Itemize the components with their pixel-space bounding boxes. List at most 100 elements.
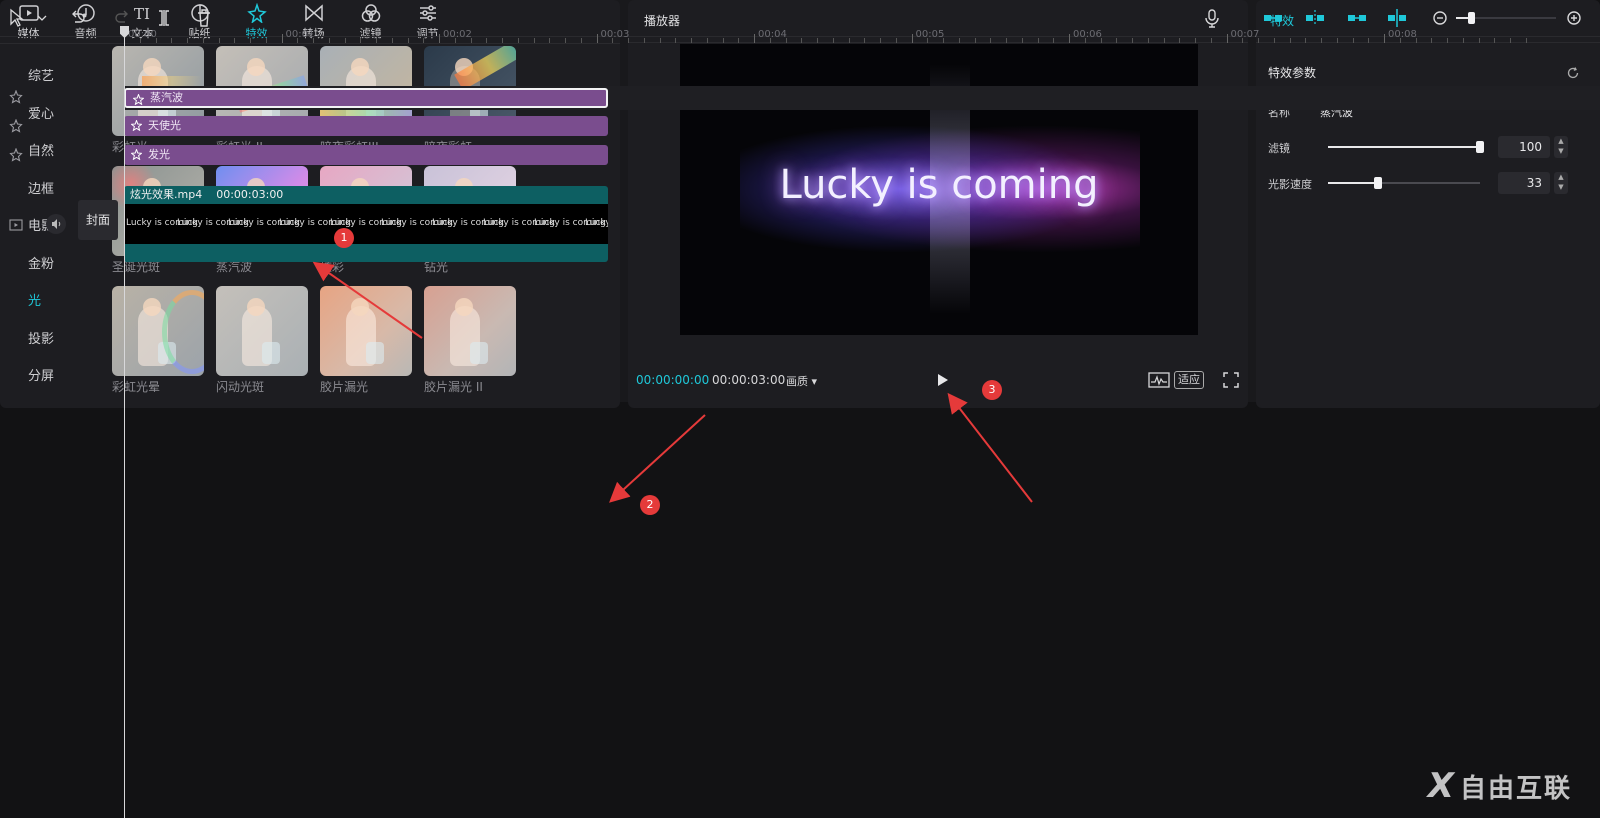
ruler-tick bbox=[785, 38, 787, 43]
ruler-tick bbox=[738, 38, 740, 43]
play-button[interactable] bbox=[938, 374, 948, 386]
effect-clip[interactable]: 天使光 bbox=[124, 116, 608, 136]
effect-track-icon bbox=[9, 90, 23, 104]
ruler-tick bbox=[234, 38, 236, 43]
ruler-tick bbox=[171, 38, 173, 43]
cover-button[interactable]: 封面 bbox=[78, 200, 118, 240]
ruler-tick bbox=[1399, 38, 1401, 43]
category-light[interactable]: 光 bbox=[0, 283, 98, 321]
filter-strength-input[interactable]: 100 bbox=[1498, 136, 1550, 158]
video-clip[interactable]: 炫光效果.mp4 00:00:03:00 Lucky is coming Luck… bbox=[124, 186, 608, 262]
effect-thumbnail bbox=[112, 286, 204, 376]
ruler-tick bbox=[533, 38, 535, 43]
fit-button[interactable]: 适应 bbox=[1174, 371, 1204, 389]
annotation-badge: 3 bbox=[982, 380, 1002, 400]
ruler-tick bbox=[423, 38, 425, 43]
effect-card[interactable]: 胶片漏光 II bbox=[424, 286, 516, 398]
ruler-tick bbox=[187, 38, 188, 43]
ruler-tick bbox=[769, 38, 771, 43]
light-speed-slider[interactable] bbox=[1328, 177, 1480, 189]
effect-name: 胶片漏光 II bbox=[424, 380, 483, 394]
zoom-slider[interactable] bbox=[1456, 12, 1556, 24]
ruler-tick bbox=[1478, 38, 1480, 43]
quality-dropdown[interactable]: 画质 ▾ bbox=[786, 373, 817, 389]
ruler-tick bbox=[391, 38, 393, 43]
ruler-tick bbox=[1069, 34, 1070, 43]
effect-clip[interactable]: 发光 bbox=[124, 145, 608, 165]
ruler-tick bbox=[202, 38, 204, 43]
ruler-tick bbox=[1037, 38, 1039, 43]
ruler-tick bbox=[675, 38, 677, 43]
ruler-tick bbox=[754, 34, 755, 43]
undo-icon[interactable] bbox=[70, 8, 86, 28]
ruler-label: 00:03 bbox=[600, 29, 630, 40]
playhead-line bbox=[124, 26, 125, 818]
slider-fill bbox=[1328, 146, 1480, 148]
ruler-tick bbox=[895, 38, 897, 43]
slider-handle[interactable] bbox=[1374, 177, 1383, 189]
watermark-logo: X bbox=[1427, 766, 1456, 806]
ruler-tick bbox=[1132, 38, 1133, 43]
category-gold-dust[interactable]: 金粉 bbox=[0, 246, 98, 284]
ruler-label: 00:05 bbox=[915, 29, 945, 40]
annotation-badge: 1 bbox=[334, 228, 354, 248]
ruler-label: 00:02 bbox=[443, 29, 472, 40]
effect-card[interactable]: 胶片漏光 bbox=[320, 286, 412, 398]
effect-track-icon bbox=[9, 148, 23, 162]
effect-thumbnail bbox=[320, 286, 412, 376]
slider-handle[interactable] bbox=[1468, 12, 1475, 24]
select-tool-icon[interactable] bbox=[8, 8, 48, 28]
ruler-tick bbox=[1415, 38, 1417, 43]
ruler-tick bbox=[360, 38, 362, 43]
fullscreen-icon[interactable] bbox=[1222, 370, 1240, 390]
ruler-tick bbox=[155, 38, 157, 43]
ruler-tick bbox=[990, 38, 992, 43]
ruler-tick bbox=[801, 38, 803, 43]
section-title: 特效参数 bbox=[1268, 66, 1317, 80]
reset-icon[interactable] bbox=[1566, 66, 1580, 80]
effect-name: 胶片漏光 bbox=[320, 380, 369, 394]
ruler-tick bbox=[297, 38, 299, 43]
ruler-tick bbox=[328, 38, 330, 43]
slider-handle[interactable] bbox=[1476, 141, 1484, 153]
ruler-tick bbox=[250, 38, 251, 43]
category-split-screen[interactable]: 分屏 bbox=[0, 358, 98, 396]
waveform-icon[interactable] bbox=[1148, 370, 1170, 390]
effect-card[interactable]: 闪动光斑 bbox=[216, 286, 308, 398]
watermark: X 自由互联 bbox=[1428, 766, 1572, 806]
ruler-tick bbox=[218, 38, 220, 43]
clip-label: 蒸汽波 bbox=[150, 91, 183, 104]
ruler-tick bbox=[376, 38, 377, 43]
effect-card[interactable]: 彩虹光晕 bbox=[112, 286, 204, 398]
ruler-tick bbox=[628, 38, 629, 43]
light-speed-input[interactable]: 33 bbox=[1498, 172, 1550, 194]
ruler-tick bbox=[1179, 38, 1181, 43]
time-ruler[interactable]: 00:00 00:01 00:02 00:03 00:04 00:05 00:06 00:07… bbox=[124, 24, 1590, 44]
watermark-text: 自由互联 bbox=[1459, 774, 1572, 804]
ruler-tick bbox=[817, 38, 818, 43]
ruler-tick bbox=[1163, 38, 1165, 43]
ruler-tick bbox=[139, 38, 141, 43]
param-label: 光影速度 bbox=[1268, 178, 1312, 191]
light-speed-stepper[interactable]: ▲ ▼ bbox=[1554, 172, 1568, 194]
ruler-label: 00:06 bbox=[1073, 29, 1102, 40]
ruler-tick bbox=[659, 38, 661, 43]
ruler-tick bbox=[1462, 38, 1464, 43]
filter-strength-stepper[interactable]: ▲ ▼ bbox=[1554, 136, 1568, 158]
ruler-tick bbox=[1273, 38, 1275, 43]
effect-clip[interactable]: 蒸汽波 bbox=[124, 88, 608, 108]
ruler-label: 00:00 bbox=[128, 29, 157, 40]
ruler-tick bbox=[1447, 38, 1448, 43]
player-controls: 00:00:00:00 00:00:03:00 画质 ▾ 适应 bbox=[636, 370, 1240, 392]
ruler-tick bbox=[1021, 38, 1023, 43]
filter-strength-slider[interactable] bbox=[1328, 141, 1484, 153]
ruler-tick bbox=[1084, 38, 1086, 43]
chevron-down-icon: ▾ bbox=[811, 375, 818, 388]
ruler-tick bbox=[1352, 38, 1354, 43]
category-projection[interactable]: 投影 bbox=[0, 321, 98, 359]
text-icon: TI bbox=[134, 5, 150, 23]
ruler-tick bbox=[706, 38, 708, 43]
annotation-badge: 2 bbox=[640, 495, 660, 515]
effect-name: 彩虹光晕 bbox=[112, 380, 161, 394]
mute-toggle[interactable] bbox=[46, 214, 66, 234]
